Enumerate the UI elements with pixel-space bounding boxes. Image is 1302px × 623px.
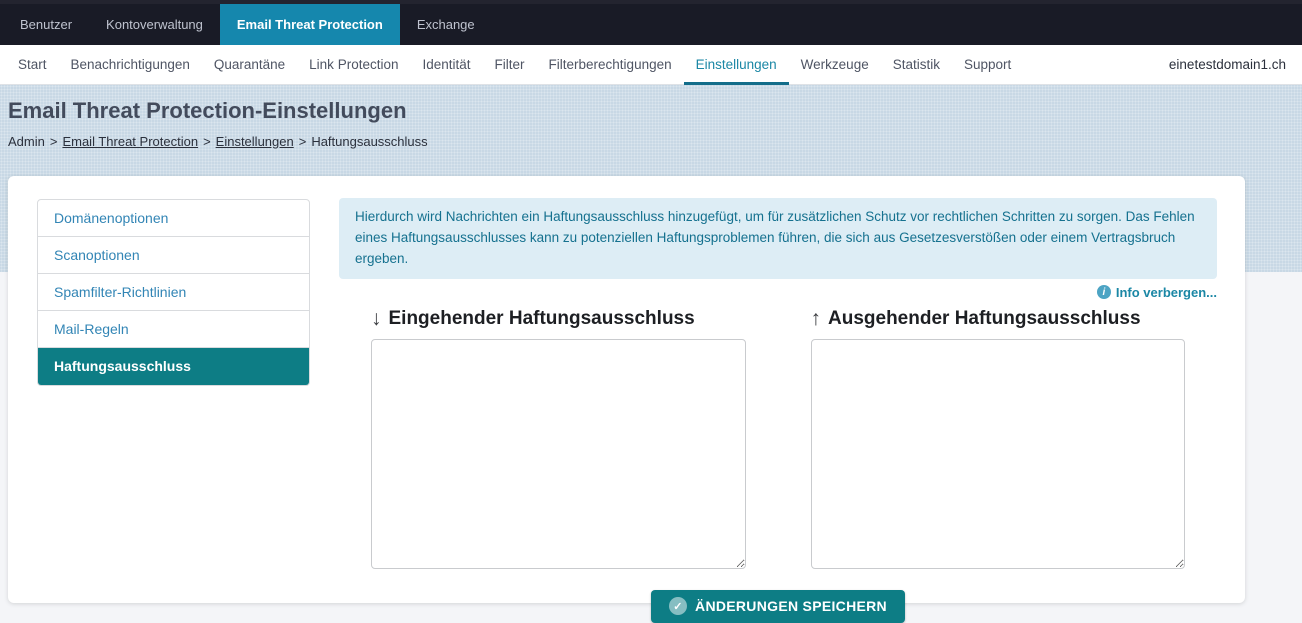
disclaimer-settings-panel: Hierdurch wird Nachrichten ein Haftungsa… [339, 198, 1217, 623]
breadcrumb-separator: > [299, 134, 307, 149]
info-message: Hierdurch wird Nachrichten ein Haftungsa… [339, 198, 1217, 279]
outbound-disclaimer-input[interactable] [811, 339, 1186, 569]
nav-item-benachrichtigungen[interactable]: Benachrichtigungen [59, 45, 202, 84]
menu-item-scanoptionen[interactable]: Scanoptionen [38, 237, 309, 274]
nav-item-identitaet[interactable]: Identität [410, 45, 482, 84]
breadcrumb-separator: > [50, 134, 58, 149]
menu-item-spamfilter-richtlinien[interactable]: Spamfilter-Richtlinien [38, 274, 309, 311]
nav-item-start[interactable]: Start [6, 45, 59, 84]
hide-info-toggle[interactable]: i Info verbergen... [339, 285, 1217, 300]
save-changes-label: ÄNDERUNGEN SPEICHERN [695, 598, 887, 614]
breadcrumb-email-threat-protection[interactable]: Email Threat Protection [62, 134, 198, 149]
check-icon: ✓ [669, 597, 687, 615]
nav-item-werkzeuge[interactable]: Werkzeuge [789, 45, 881, 84]
actions-row: ✓ ÄNDERUNGEN SPEICHERN [339, 590, 1217, 623]
outbound-disclaimer-title: Ausgehender Haftungsausschluss [828, 308, 1141, 330]
breadcrumb-separator: > [203, 134, 211, 149]
outbound-disclaimer-header: ↑ Ausgehender Haftungsausschluss [811, 308, 1186, 330]
top-app-bar: Benutzer Kontoverwaltung Email Threat Pr… [0, 0, 1302, 45]
settings-menu: Domänenoptionen Scanoptionen Spamfilter-… [37, 199, 310, 386]
nav-item-statistik[interactable]: Statistik [881, 45, 952, 84]
nav-item-einstellungen[interactable]: Einstellungen [684, 45, 789, 84]
breadcrumb: Admin > Email Threat Protection > Einstellun… [8, 134, 428, 149]
breadcrumb-einstellungen[interactable]: Einstellungen [216, 134, 294, 149]
menu-item-domaenenoptionen[interactable]: Domänenoptionen [38, 200, 309, 237]
menu-item-haftungsausschluss[interactable]: Haftungsausschluss [38, 348, 309, 385]
inbound-disclaimer-input[interactable] [371, 339, 746, 569]
inbound-disclaimer-header: ↓ Eingehender Haftungsausschluss [371, 308, 746, 330]
inbound-disclaimer-section: ↓ Eingehender Haftungsausschluss [371, 308, 746, 574]
current-domain-label: einetestdomain1.ch [1169, 45, 1286, 84]
outbound-disclaimer-section: ↑ Ausgehender Haftungsausschluss [811, 308, 1186, 574]
info-icon: i [1097, 285, 1111, 299]
hide-info-label: Info verbergen... [1116, 285, 1217, 300]
disclaimer-columns: ↓ Eingehender Haftungsausschluss ↑ Ausge… [339, 308, 1217, 574]
section-nav: Start Benachrichtigungen Quarantäne Link… [0, 45, 1302, 85]
breadcrumb-haftungsausschluss: Haftungsausschluss [311, 134, 427, 149]
nav-item-quarantaene[interactable]: Quarantäne [202, 45, 297, 84]
down-arrow-icon: ↓ [371, 308, 382, 329]
nav-item-support[interactable]: Support [952, 45, 1023, 84]
top-tab-kontoverwaltung[interactable]: Kontoverwaltung [89, 4, 220, 45]
menu-item-mail-regeln[interactable]: Mail-Regeln [38, 311, 309, 348]
top-tab-exchange[interactable]: Exchange [400, 4, 492, 45]
page-title: Email Threat Protection-Einstellungen [8, 98, 407, 124]
inbound-disclaimer-title: Eingehender Haftungsausschluss [389, 308, 695, 330]
up-arrow-icon: ↑ [811, 308, 822, 329]
nav-item-filterberechtigungen[interactable]: Filterberechtigungen [537, 45, 684, 84]
breadcrumb-admin: Admin [8, 134, 45, 149]
save-changes-button[interactable]: ✓ ÄNDERUNGEN SPEICHERN [651, 590, 905, 623]
top-tab-email-threat-protection[interactable]: Email Threat Protection [220, 4, 400, 45]
nav-item-filter[interactable]: Filter [483, 45, 537, 84]
nav-item-link-protection[interactable]: Link Protection [297, 45, 410, 84]
top-tab-benutzer[interactable]: Benutzer [3, 4, 89, 45]
settings-card: Domänenoptionen Scanoptionen Spamfilter-… [8, 176, 1245, 603]
